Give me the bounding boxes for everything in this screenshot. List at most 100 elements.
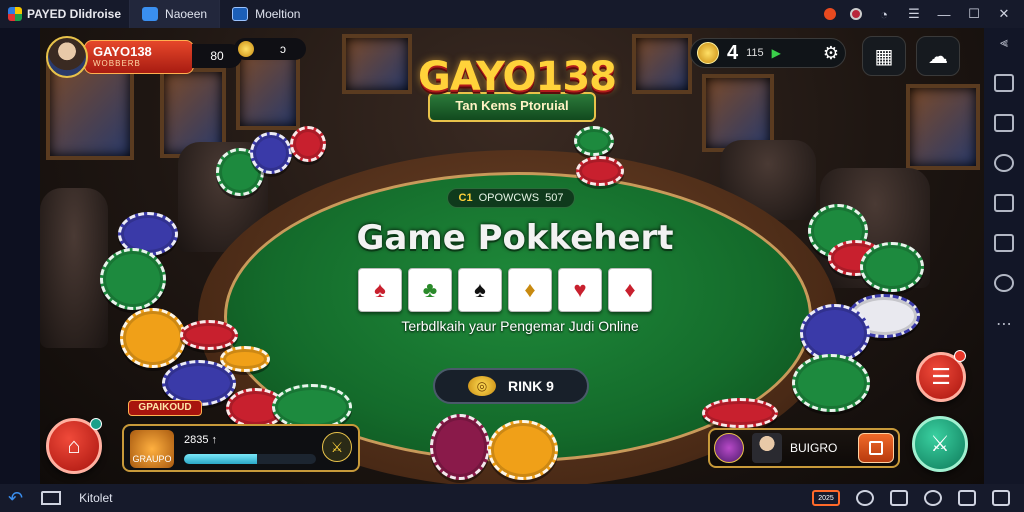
coins-pill[interactable]: ↄ <box>234 38 306 60</box>
chip-stack <box>430 414 490 480</box>
shop-icon: ▦ <box>874 45 894 68</box>
image-tab-icon <box>232 7 249 21</box>
tab-moeltion[interactable]: Moeltion <box>219 0 312 28</box>
progress-marker: ↑ <box>211 434 218 446</box>
gem-icon <box>714 433 744 463</box>
chip-stack <box>120 308 186 368</box>
home-icon: ⌂ <box>67 433 81 458</box>
logo-subtitle: Tan Kems Ptoruial <box>455 98 569 113</box>
game-viewport: GAYO138 Tan Kems Ptoruial C1 OPOWCWS 507… <box>40 28 984 484</box>
opponent-action-button[interactable] <box>858 433 894 463</box>
close-icon[interactable]: ✕ <box>996 6 1012 22</box>
folder-icon[interactable] <box>994 234 1014 252</box>
progress-value: 2835 ↑ <box>184 434 217 446</box>
chat-icon: ☁ <box>928 45 948 68</box>
chip-stack <box>792 354 870 412</box>
play-action-button[interactable]: ⚔ <box>912 416 968 472</box>
pot-indicator: C1 OPOWCWS 507 <box>447 188 575 208</box>
playing-card[interactable]: ♣ <box>408 268 452 312</box>
player-name-box: GAYO138 WOBBERB <box>84 40 194 74</box>
game-logo: GAYO138 Tan Kems Ptoruial <box>418 40 617 140</box>
avatar <box>752 433 782 463</box>
progress-bar-fill <box>184 454 257 464</box>
playing-card[interactable]: ♠ <box>458 268 502 312</box>
opponent-panel[interactable]: BUIGRO <box>708 428 900 468</box>
fullscreen-icon[interactable] <box>958 490 976 506</box>
record-button[interactable]: 2025 <box>812 490 840 506</box>
chip-stack <box>860 242 924 292</box>
keymap-icon[interactable] <box>992 490 1010 506</box>
maximize-icon[interactable]: ☐ <box>966 6 982 22</box>
location-icon[interactable] <box>994 154 1014 172</box>
balance-main: 4 <box>727 41 739 64</box>
help-icon[interactable]: ◔ <box>876 7 892 22</box>
logo-title: GAYO138 <box>418 54 617 100</box>
rank-icon: ◎ <box>468 376 497 396</box>
coins-label: ↄ <box>280 42 286 56</box>
volume-icon[interactable] <box>994 194 1014 212</box>
playing-card[interactable]: ♦ <box>608 268 652 312</box>
chip-stack <box>576 156 624 186</box>
pot-value: 507 <box>545 192 564 204</box>
app-name: PAYED Dlidroise <box>27 7 122 21</box>
screenshot-icon[interactable] <box>994 74 1014 92</box>
emulator-nav-bar: ↶ Kitolet 2025 <box>0 484 1024 512</box>
apk-icon[interactable] <box>994 114 1014 132</box>
playing-card[interactable]: ♠ <box>358 268 402 312</box>
app-brand: PAYED Dlidroise <box>0 0 129 28</box>
notification-badge <box>90 418 102 430</box>
gold-coin-icon <box>697 42 719 64</box>
app-logo-icon <box>8 7 22 21</box>
balance-sub: 115 <box>746 47 764 59</box>
nav-label: Kitolet <box>79 491 113 505</box>
slot-machine-screen <box>906 84 980 170</box>
notification-icon[interactable] <box>824 8 836 20</box>
player-club: WOBBERB <box>93 59 141 68</box>
clock-icon[interactable] <box>856 490 874 506</box>
tab-naoeen[interactable]: Naoeen <box>129 0 220 28</box>
emulator-title-bar: PAYED Dlidroise Naoeen Moeltion ◔ ☰ — ☐ … <box>0 0 1024 28</box>
trophy-icon: GRAUPO <box>130 430 174 468</box>
pot-label: OPOWCWS <box>478 192 540 204</box>
player-name: GAYO138 <box>93 44 152 59</box>
playing-card[interactable]: ♥ <box>558 268 602 312</box>
shop-button[interactable]: ▦ <box>862 36 906 76</box>
account-icon[interactable] <box>850 8 862 20</box>
wall-painting <box>342 34 412 94</box>
opponent-name: BUIGRO <box>790 441 838 455</box>
avatar[interactable] <box>46 36 88 78</box>
settings-icon[interactable] <box>994 274 1014 292</box>
playing-card[interactable]: ♦ <box>508 268 552 312</box>
window-icon[interactable] <box>890 490 908 506</box>
list-icon: ☰ <box>931 364 951 389</box>
expand-icon[interactable]: ⫷ <box>994 34 1014 52</box>
chair <box>40 188 108 348</box>
coin-icon <box>238 41 254 57</box>
tab-label: Naoeen <box>165 7 208 21</box>
balance-display[interactable]: 4 115 ▶ ⚙ <box>690 38 846 68</box>
swords-icon: ⚔ <box>930 431 950 456</box>
rotate-icon[interactable] <box>924 490 942 506</box>
wall-painting <box>632 34 692 94</box>
game-headline: Game Pokkehert <box>356 218 674 258</box>
more-icon[interactable]: ⋯ <box>994 314 1014 333</box>
home-nav-icon[interactable] <box>41 491 62 505</box>
window-controls: ◔ ☰ — ☐ ✕ <box>824 6 1024 22</box>
game-subline: Terbdlkaih yaur Pengemar Judi Online <box>401 318 639 334</box>
chip-stack <box>100 248 166 310</box>
arrow-icon: ▶ <box>771 46 781 60</box>
left-gutter <box>0 28 40 484</box>
battle-button[interactable]: ⚔ <box>322 432 352 462</box>
pot-prefix: C1 <box>458 192 473 204</box>
menu-icon[interactable]: ☰ <box>906 6 922 22</box>
minimize-icon[interactable]: — <box>936 7 952 22</box>
chip-stack <box>250 132 292 174</box>
rank-button[interactable]: ◎ RINK 9 <box>433 368 589 404</box>
bottom-panel-label: GPAIKOUD <box>128 400 202 416</box>
back-icon[interactable]: ↶ <box>8 488 23 509</box>
progress-number: 2835 <box>184 434 209 446</box>
chip-stack <box>290 126 326 162</box>
progress-bar <box>184 454 316 464</box>
gear-icon[interactable]: ⚙ <box>823 43 839 64</box>
chat-button[interactable]: ☁ <box>916 36 960 76</box>
